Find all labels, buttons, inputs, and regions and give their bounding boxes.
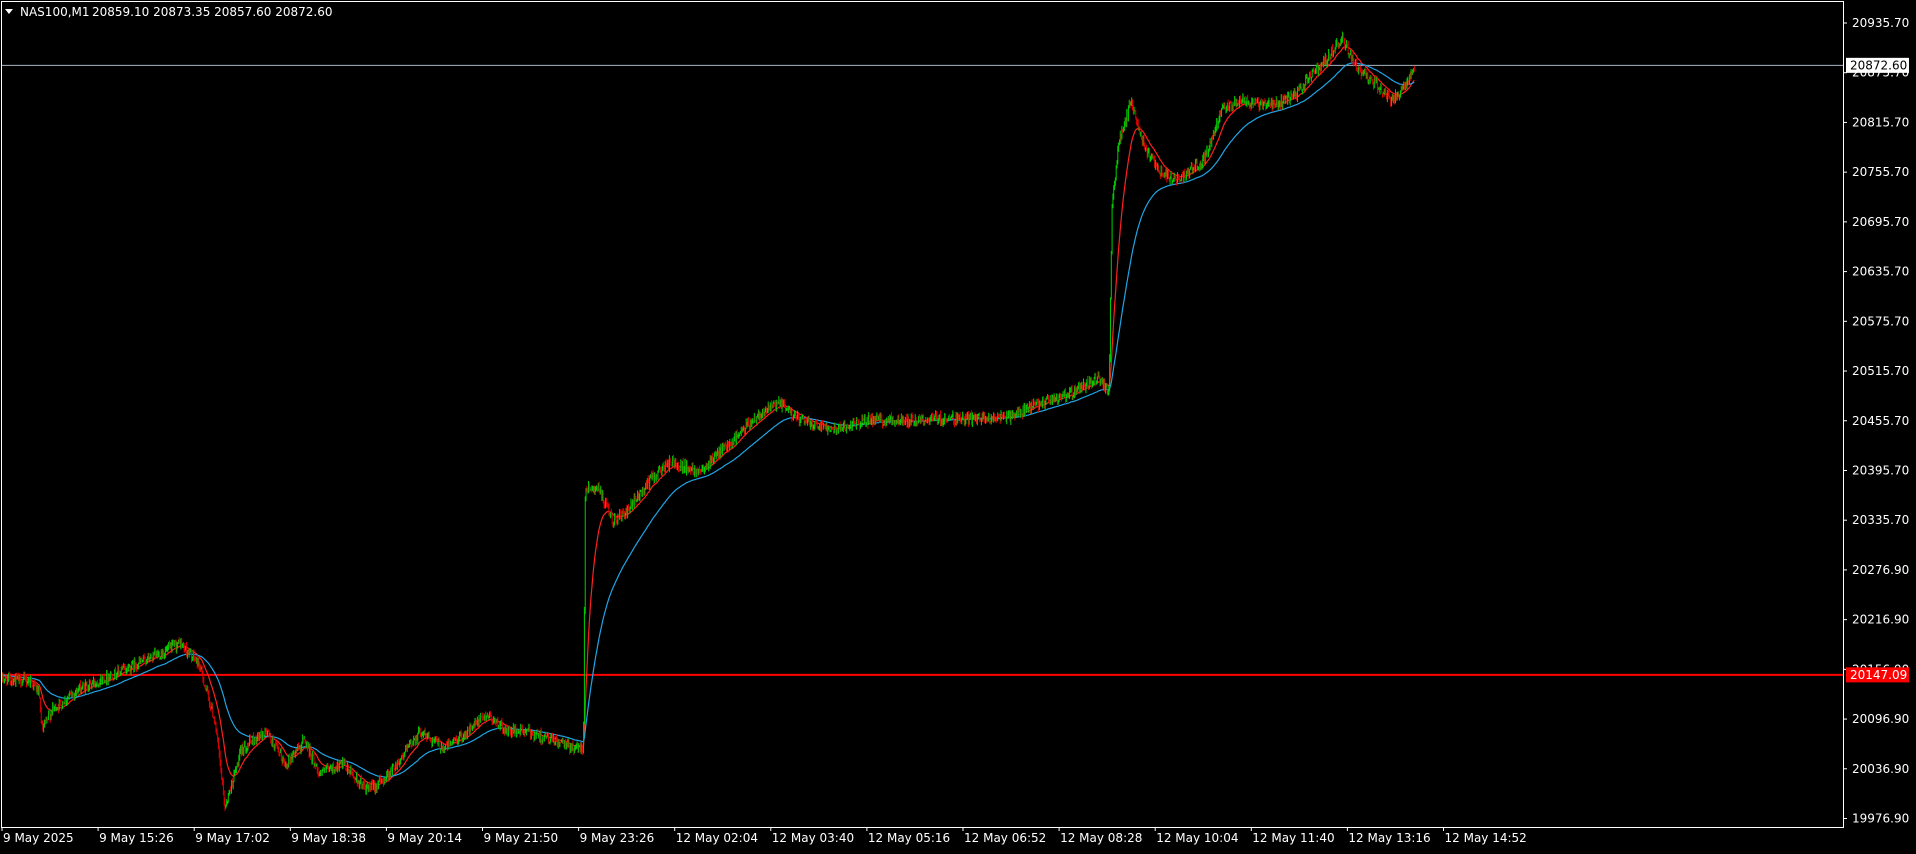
y-axis-tick-label: 20695.70 [1852, 215, 1909, 229]
y-axis-tick-label: 20575.70 [1852, 314, 1909, 328]
x-axis-tick-label: 12 May 08:28 [1060, 831, 1142, 845]
x-axis-tick-label: 9 May 23:26 [580, 831, 655, 845]
chart-window[interactable]: 20935.7020875.7020815.7020755.7020695.70… [0, 0, 1916, 850]
x-axis-tick-label: 9 May 20:14 [387, 831, 462, 845]
x-axis-tick-label: 12 May 14:52 [1445, 831, 1527, 845]
x-axis-tick-label: 12 May 02:04 [676, 831, 758, 845]
y-axis-tick-label: 20455.70 [1852, 414, 1909, 428]
y-axis-tick-label: 20635.70 [1852, 265, 1909, 279]
x-axis-tick-label: 12 May 10:04 [1156, 831, 1238, 845]
x-axis-tick-label: 9 May 2025 [3, 831, 74, 845]
x-axis-tick-label: 9 May 18:38 [291, 831, 366, 845]
x-axis-tick-label: 12 May 06:52 [964, 831, 1046, 845]
level-price-tag-label: 20147.09 [1850, 668, 1907, 682]
y-axis-tick-label: 20276.90 [1852, 563, 1909, 577]
x-axis-tick-label: 9 May 15:26 [99, 831, 174, 845]
x-axis-tick-label: 12 May 11:40 [1252, 831, 1334, 845]
y-axis-tick-label: 20216.90 [1852, 613, 1909, 627]
y-axis-tick-label: 20335.70 [1852, 513, 1909, 527]
symbol-timeframe-label: NAS100,M1 [20, 5, 90, 19]
y-axis-tick-label: 19976.90 [1852, 812, 1909, 826]
y-axis-tick-label: 20515.70 [1852, 364, 1909, 378]
chart-background [0, 0, 1916, 850]
y-axis-tick-label: 20036.90 [1852, 762, 1909, 776]
current-price-tag-label: 20872.60 [1850, 58, 1907, 72]
y-axis-tick-label: 20755.70 [1852, 165, 1909, 179]
y-axis-tick-label: 20395.70 [1852, 463, 1909, 477]
y-axis-tick-label: 20815.70 [1852, 115, 1909, 129]
ohlc-readout: 20859.10 20873.35 20857.60 20872.60 [92, 5, 332, 19]
x-axis-tick-label: 9 May 21:50 [484, 831, 559, 845]
y-axis-tick-label: 20935.70 [1852, 16, 1909, 30]
x-axis-tick-label: 12 May 03:40 [772, 831, 854, 845]
x-axis-tick-label: 12 May 05:16 [868, 831, 950, 845]
x-axis-tick-label: 12 May 13:16 [1348, 831, 1430, 845]
x-axis-tick-label: 9 May 17:02 [195, 831, 270, 845]
y-axis-tick-label: 20096.90 [1852, 712, 1909, 726]
